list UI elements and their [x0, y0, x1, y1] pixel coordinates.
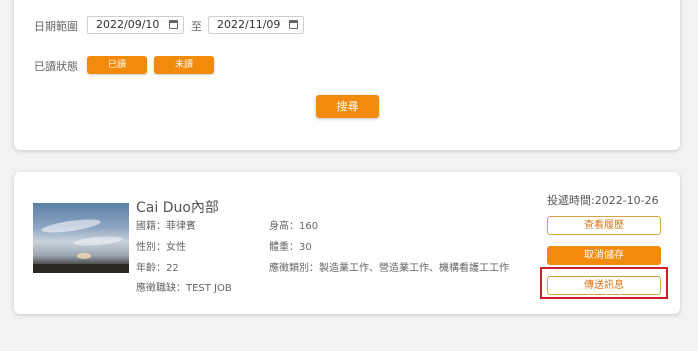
date-separator: 至 [191, 20, 202, 33]
highlight-box [540, 267, 668, 299]
cancel-save-button[interactable]: 取消儲存 [547, 246, 661, 265]
candidate-position: 應徵職缺：TEST JOB [136, 283, 232, 294]
view-resume-button[interactable]: 查看履歷 [547, 216, 661, 235]
candidate-gender: 性別：女性 [136, 242, 186, 253]
search-button[interactable]: 搜尋 [316, 95, 379, 118]
date-from-value: 2022/09/10 [96, 18, 160, 31]
candidate-categories: 應徵類別：製造業工作、營造業工作、機構看護工工作 [269, 263, 509, 274]
candidate-name[interactable]: Cai Duo內部 [136, 197, 219, 217]
date-range-label: 日期範圍 [34, 20, 78, 33]
candidate-weight: 體重：30 [269, 242, 312, 253]
date-from-field[interactable]: 2022/09/10 [87, 16, 184, 34]
candidate-nationality: 國籍：菲律賓 [136, 221, 196, 232]
calendar-icon[interactable] [169, 20, 178, 29]
read-filter-button[interactable]: 已讀 [87, 56, 147, 74]
read-status-label: 已讀狀態 [34, 60, 78, 73]
candidate-age: 年齡：22 [136, 263, 179, 274]
candidate-height: 身高：160 [269, 221, 319, 232]
unread-filter-button[interactable]: 未讀 [154, 56, 214, 74]
date-to-value: 2022/11/09 [217, 18, 281, 31]
date-to-field[interactable]: 2022/11/09 [208, 16, 304, 34]
candidate-card: Cai Duo內部 國籍：菲律賓 性別：女性 年齡：22 應徵職缺：TEST J… [14, 172, 680, 314]
filter-card: 日期範圍 2022/09/10 至 2022/11/09 已讀狀態 已讀 未讀 … [14, 0, 680, 150]
candidate-photo[interactable] [33, 203, 129, 273]
posted-time: 投遞時間:2022-10-26 [547, 194, 659, 207]
calendar-icon[interactable] [289, 20, 298, 29]
